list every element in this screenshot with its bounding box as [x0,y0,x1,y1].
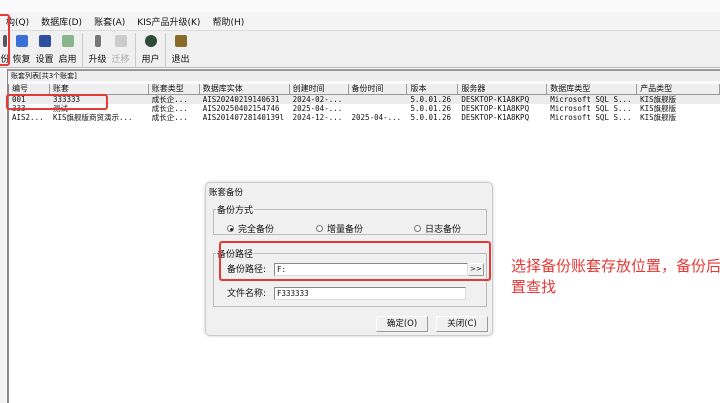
radio-label: 完全备份 [238,225,275,235]
radio-unchecked-icon [316,225,323,232]
radio-incremental-backup[interactable]: 增量备份 [316,222,363,235]
menu-kis-upgrade[interactable]: KIS产品升级(K) [131,15,206,28]
radio-label: 增量备份 [327,225,364,235]
table-cell: KIS旗舰版 [640,95,677,104]
restore-button[interactable]: 恢复 [10,31,33,65]
enable-button[interactable]: 启用 [56,31,79,65]
table-cell: 5.0.01.26 [410,95,452,104]
table-cell: Microsoft SQL S... [550,113,632,122]
column-header[interactable]: 编号 [9,84,50,94]
column-header[interactable]: 数据库类型 [547,84,638,94]
column-header[interactable]: 创建时间 [290,84,349,94]
table-cell: AIS20250402154746 [202,104,280,113]
radio-label: 日志备份 [425,225,462,235]
table-header: 编号 账套 账套类型 数据库实体 创建时间 备份时间 版本 服务器 数据库类型 … [9,84,720,95]
settings-button[interactable]: 设置 [33,31,56,65]
table-cell: DESKTOP-K1A8KPQ [461,104,530,113]
radio-checked-icon [227,225,234,232]
dialog-title: 账套备份 [209,188,244,198]
radio-unchecked-icon [414,225,421,232]
table-cell: 成长企... [151,95,188,104]
table-cell: 5.0.01.26 [410,113,452,122]
migrate-button[interactable]: 迁移 [109,31,132,65]
column-header[interactable]: 数据库实体 [200,84,290,94]
radio-log-backup[interactable]: 日志备份 [414,222,461,235]
user-button[interactable]: 用户 [139,31,162,65]
close-button[interactable]: 关闭(C) [436,316,488,332]
restore-icon [15,35,28,47]
highlight-selected-row [6,94,108,110]
highlight-backup-button [0,14,10,66]
toolbar-separator [82,33,83,67]
table-cell [349,104,408,113]
table-cell: Microsoft SQL S... [550,95,632,104]
backup-mode-legend: 备份方式 [217,206,254,216]
table-cell: 2025-04-... [351,113,402,122]
table-cell: AIS2... [12,113,44,122]
upgrade-button[interactable]: 升级 [86,31,109,65]
settings-icon [38,35,51,47]
toolbar-separator [135,33,136,67]
table-cell: KIS旗舰版 [640,104,677,113]
migrate-icon [114,35,127,47]
table-row[interactable]: 001 333333 成长企... AIS20240219140631 2024-02-… [9,95,720,104]
radio-full-backup[interactable]: 完全备份 [227,222,274,235]
column-header[interactable]: 备份时间 [349,84,408,94]
exit-button[interactable]: 退出 [169,31,192,65]
table-row[interactable]: AIS2... KIS旗舰版商贸演示... 成长企... AIS20140728140… [9,113,720,122]
table-cell: AIS20140728140139l [202,113,284,122]
highlight-backup-path [219,241,491,281]
file-name-input[interactable]: F333333 [274,287,466,300]
table-cell: 成长企... [151,113,188,122]
user-icon [144,35,157,47]
table-cell: 2024-12-... [292,113,343,122]
account-manager-window: 构(Q) 数据库(D) 账套(A) KIS产品升级(K) 帮助(H) 份 恢复 … [0,0,720,403]
account-list-label: 账套列表[共3个账套] [8,69,720,81]
table-row[interactable]: 333 测试 成长企... AIS20250402154746 2025-04-... 5… [9,104,720,113]
left-panel [0,69,8,403]
column-header[interactable]: 账套 [50,84,149,94]
table-body: 001 333333 成长企... AIS20240219140631 2024-02-… [9,95,720,122]
column-header[interactable]: 版本 [407,84,459,94]
table-cell: KIS旗舰版商贸演示... [52,113,133,122]
ok-button[interactable]: 确定(O) [376,316,428,332]
exit-icon [174,35,187,47]
column-header[interactable]: 账套类型 [149,84,200,94]
table-cell: 2025-04-... [292,104,343,113]
table-cell: KIS旗舰版 [640,113,677,122]
annotation-text: 选择备份账套存放位置，备份后置查找 [511,257,720,296]
table-cell: DESKTOP-K1A8KPQ [461,95,530,104]
file-name-label: 文件名称: [227,289,267,299]
menu-database[interactable]: 数据库(D) [35,15,88,28]
column-header[interactable]: 服务器 [458,84,548,94]
column-header[interactable]: 产品类型 [637,84,720,94]
table-cell: DESKTOP-K1A8KPQ [461,113,530,122]
toolbar: 份 恢复 设置 启用 升级 迁移 用户 退出 [0,30,720,68]
menu-help[interactable]: 帮助(H) [206,15,250,28]
enable-icon [61,35,74,47]
menu-bar: 构(Q) 数据库(D) 账套(A) KIS产品升级(K) 帮助(H) [0,12,720,30]
table-cell: 成长企... [151,104,188,113]
table-cell: AIS20240219140631 [202,95,280,104]
menu-account[interactable]: 账套(A) [88,15,131,28]
table-cell: 5.0.01.26 [410,104,452,113]
toolbar-separator [165,33,166,67]
table-cell: 2024-02-... [292,95,343,104]
upgrade-icon [94,35,101,47]
table-cell: Microsoft SQL S... [550,104,632,113]
table-cell [349,95,408,104]
